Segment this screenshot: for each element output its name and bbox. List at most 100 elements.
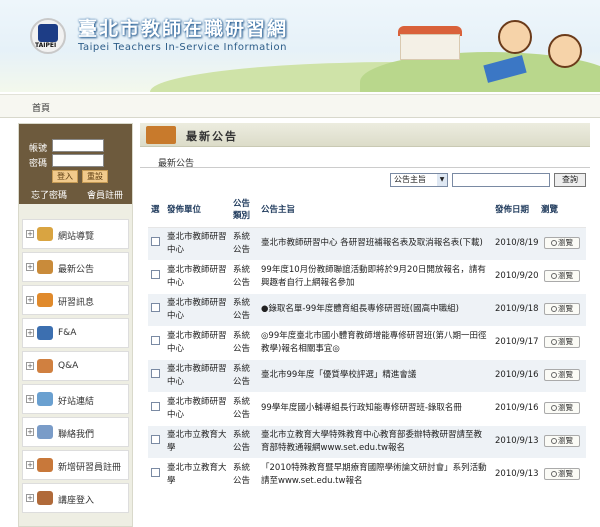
row-date: 2010/9/13 [492, 425, 539, 459]
table-row: 臺北市教師研習中心 系統公告 99學年度國小輔導組長行政知能專修研習班-錄取名冊… [148, 392, 586, 426]
row-category: 系統公告 [230, 326, 258, 360]
sidebar-item-label: 網站導覽 [58, 232, 95, 242]
magnifier-icon [551, 438, 557, 444]
column-header-subject: 公告主旨 [258, 193, 492, 228]
row-date: 2010/9/16 [492, 359, 539, 393]
top-nav: 首頁 [0, 94, 600, 118]
search-field-select[interactable]: 公告主旨 ▼ [390, 173, 448, 187]
view-button[interactable]: 瀏覽 [544, 336, 580, 348]
column-header-category: 公告類別 [230, 193, 258, 228]
divider [140, 167, 590, 168]
row-unit: 臺北市教師研習中心 [164, 260, 230, 294]
expand-icon: + [26, 461, 34, 469]
expand-icon: + [26, 296, 34, 304]
forgot-password-link[interactable]: 忘了密碼 [31, 188, 67, 201]
row-checkbox[interactable] [151, 401, 160, 411]
row-checkbox[interactable] [151, 467, 160, 477]
row-date: 2010/8/19 [492, 227, 539, 261]
row-checkbox[interactable] [151, 236, 160, 246]
row-unit: 臺北市教師研習中心 [164, 227, 230, 261]
view-button-label: 瀏覽 [558, 337, 573, 346]
column-header-select: 選 [148, 193, 164, 228]
row-category: 系統公告 [230, 359, 258, 393]
row-checkbox[interactable] [151, 269, 160, 279]
view-button[interactable]: 瀏覽 [544, 303, 580, 315]
row-checkbox[interactable] [151, 335, 160, 345]
kid-illustration [548, 34, 582, 68]
view-button[interactable]: 瀏覽 [544, 435, 580, 447]
row-subject-link[interactable]: 臺北市99年度「優質學校評選」精進會議 [258, 359, 492, 393]
row-subject-link[interactable]: 臺北市立教育大學特殊教育中心教育部委辦特教研習請至教育部特教通報網www.set… [258, 425, 492, 459]
magnifier-icon [551, 339, 557, 345]
main-content: 最新公告 最新公告 公告主旨 ▼ 查詢 選 發佈單位 公告類別 公告主旨 發佈日… [140, 123, 590, 527]
building-illustration [400, 34, 460, 60]
password-label: 密碼 [29, 159, 48, 169]
row-subject-link[interactable]: ●錄取名單-99年度體育組長專修研習班(國高中職組) [258, 293, 492, 327]
row-unit: 臺北市立教育大學 [164, 425, 230, 459]
row-date: 2010/9/20 [492, 260, 539, 294]
view-button[interactable]: 瀏覽 [544, 402, 580, 414]
register-icon [37, 458, 53, 472]
view-button[interactable]: 瀏覽 [544, 369, 580, 381]
view-button-label: 瀏覽 [558, 469, 573, 478]
sidebar-item-label: 新增研習員註冊 [58, 463, 122, 473]
row-checkbox[interactable] [151, 368, 160, 378]
view-button[interactable]: 瀏覽 [544, 237, 580, 249]
row-category: 系統公告 [230, 293, 258, 327]
sidebar-item-contact[interactable]: + 聯絡我們 [22, 417, 129, 447]
row-subject-link[interactable]: 99年度10月份教師聯誼活動即將於9月20日開放報名，請有興趣者自行上網報名參加 [258, 260, 492, 294]
books-icon [37, 293, 53, 307]
row-subject-link[interactable]: ◎99年度臺北市國小體育教師增能專修研習班(第八期一田徑教學)報名相關事宜◎ [258, 326, 492, 360]
row-category: 系統公告 [230, 227, 258, 261]
sidebar-item-fa[interactable]: + F&A [22, 318, 129, 348]
magnifier-icon [551, 306, 557, 312]
row-subject-link[interactable]: 99學年度國小輔導組長行政知能專修研習班-錄取名冊 [258, 392, 492, 426]
sidebar-item-label: 好站連結 [58, 397, 95, 407]
mail-icon [37, 425, 53, 439]
expand-icon: + [26, 428, 34, 436]
table-row: 臺北市教師研習中心 系統公告 ◎99年度臺北市國小體育教師增能專修研習班(第八期… [148, 326, 586, 360]
row-subject-link[interactable]: 臺北市教師研習中心 各研習班補報名表及取消報名表(下載) [258, 227, 492, 261]
qa-icon [37, 359, 53, 373]
sidebar-item-site-map[interactable]: + 網站導覽 [22, 219, 129, 249]
site-subtitle: Taipei Teachers In-Service Information [78, 42, 287, 53]
search-button[interactable]: 查詢 [554, 173, 586, 187]
reset-button[interactable]: 重設 [82, 170, 108, 183]
search-input[interactable] [452, 173, 550, 187]
password-input[interactable] [52, 154, 104, 167]
table-row: 臺北市教師研習中心 系統公告 臺北市99年度「優質學校評選」精進會議 2010/… [148, 359, 586, 393]
logo-text: TAIPEI [35, 42, 57, 49]
taipei-logo[interactable]: TAIPEI [30, 18, 66, 54]
search-field-select-value: 公告主旨 [394, 175, 426, 184]
sidebar-item-label: Q&A [58, 361, 79, 371]
sidebar-item-lecturer-login[interactable]: + 講座登入 [22, 483, 129, 513]
announcement-table: 選 發佈單位 公告類別 公告主旨 發佈日期 瀏覽 臺北市教師研習中心 系統公告 … [148, 193, 586, 492]
sidebar-item-qa[interactable]: + Q&A [22, 351, 129, 381]
login-button[interactable]: 登入 [52, 170, 78, 183]
account-input[interactable] [52, 139, 104, 152]
row-category: 系統公告 [230, 392, 258, 426]
column-header-unit: 發佈單位 [164, 193, 230, 228]
row-checkbox[interactable] [151, 434, 160, 444]
section-title: 最新公告 [186, 130, 238, 143]
row-subject-link[interactable]: 「2010特殊教育暨早期療育國際學術論文研討會」系列活動請至www.set.ed… [258, 458, 492, 492]
row-category: 系統公告 [230, 260, 258, 294]
link-icon [37, 392, 53, 406]
row-date: 2010/9/18 [492, 293, 539, 327]
sidebar-item-announcements[interactable]: + 最新公告 [22, 252, 129, 282]
view-button-label: 瀏覽 [558, 304, 573, 313]
sidebar-item-new-register[interactable]: + 新增研習員註冊 [22, 450, 129, 480]
row-checkbox[interactable] [151, 302, 160, 312]
expand-icon: + [26, 395, 34, 403]
sidebar-item-links[interactable]: + 好站連結 [22, 384, 129, 414]
view-button[interactable]: 瀏覽 [544, 270, 580, 282]
expand-icon: + [26, 329, 34, 337]
register-link[interactable]: 會員註冊 [87, 188, 123, 201]
sidebar-item-training-info[interactable]: + 研習訊息 [22, 285, 129, 315]
view-button[interactable]: 瀏覽 [544, 468, 580, 480]
expand-icon: + [26, 494, 34, 502]
sidebar-item-label: F&A [58, 328, 77, 338]
nav-home-link[interactable]: 首頁 [32, 101, 50, 114]
sidebar-item-label: 最新公告 [58, 265, 95, 275]
map-icon [37, 227, 53, 241]
